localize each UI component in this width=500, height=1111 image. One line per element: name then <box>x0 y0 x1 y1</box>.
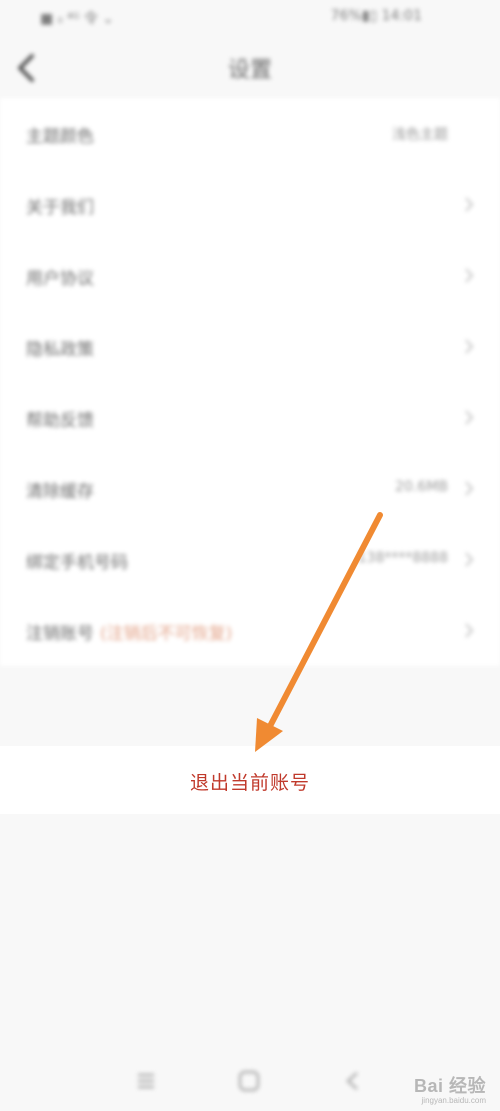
chevron-right-icon <box>465 623 474 638</box>
watermark-text: Bai 经验 <box>413 1076 486 1096</box>
chevron-right-icon <box>465 481 474 496</box>
baidu-jingyan-watermark: Bai 经验 jingyan.baidu.com <box>414 1072 486 1105</box>
chevron-right-icon <box>465 197 474 212</box>
settings-row-value: 浅色主题 <box>392 127 448 143</box>
chevron-right-icon <box>465 410 474 425</box>
settings-row-phone[interactable]: 绑定手机号码 138****8888 <box>0 524 500 595</box>
settings-row-label: 用户协议 <box>26 269 94 289</box>
settings-row-about[interactable]: 关于我们 <box>0 169 500 240</box>
chevron-right-icon <box>465 339 474 354</box>
page-title: 设置 <box>227 58 272 83</box>
watermark-url: jingyan.baidu.com <box>421 1096 486 1105</box>
chevron-right-icon <box>465 552 474 567</box>
settings-row-value: 20.6MB <box>395 479 448 495</box>
chevron-right-icon <box>465 268 474 283</box>
status-bar: ■ ᵢₗ ⁴ᴳ 令 ⌄ 76%▮▯ 14:01 <box>0 0 500 34</box>
back-nav-icon[interactable] <box>340 1068 366 1094</box>
settings-row-feedback[interactable]: 帮助反馈 <box>0 382 500 453</box>
settings-row-delete-account[interactable]: 注销账号 (注销后不可恢复) <box>0 595 500 666</box>
status-indicators-right: 76%▮▯ 14:01 <box>330 8 422 24</box>
home-icon[interactable] <box>236 1068 262 1094</box>
settings-row-value: 138****8888 <box>357 550 448 566</box>
settings-row-label: 关于我们 <box>26 198 94 218</box>
settings-row-label: 隐私政策 <box>26 340 94 360</box>
settings-row-agreement[interactable]: 用户协议 <box>0 240 500 311</box>
settings-row-label: 帮助反馈 <box>26 411 94 431</box>
settings-row-label-text: 注销账号 <box>26 624 94 644</box>
settings-row-label: 注销账号 (注销后不可恢复) <box>26 619 232 644</box>
menu-icon[interactable] <box>133 1068 159 1094</box>
delete-warning-note: (注销后不可恢复) <box>100 624 233 644</box>
settings-list: 主题颜色 浅色主题 关于我们 用户协议 隐私政策 帮助反馈 清除缓存 20.6M… <box>0 98 500 666</box>
settings-row-label: 主题颜色 <box>26 127 94 147</box>
settings-row-theme[interactable]: 主题颜色 浅色主题 <box>0 98 500 169</box>
settings-row-label: 绑定手机号码 <box>26 553 128 573</box>
settings-row-label: 清除缓存 <box>26 482 94 502</box>
settings-row-cache[interactable]: 清除缓存 20.6MB <box>0 453 500 524</box>
logout-button[interactable]: 退出当前账号 <box>0 768 500 795</box>
status-indicators-left: ■ ᵢₗ ⁴ᴳ 令 ⌄ <box>40 11 115 27</box>
settings-row-privacy[interactable]: 隐私政策 <box>0 311 500 382</box>
settings-screen: ■ ᵢₗ ⁴ᴳ 令 ⌄ 76%▮▯ 14:01 设置 主题颜色 浅色主题 关于我… <box>0 0 500 1111</box>
header: 设置 <box>0 40 500 96</box>
logout-section: 退出当前账号 <box>0 746 500 814</box>
